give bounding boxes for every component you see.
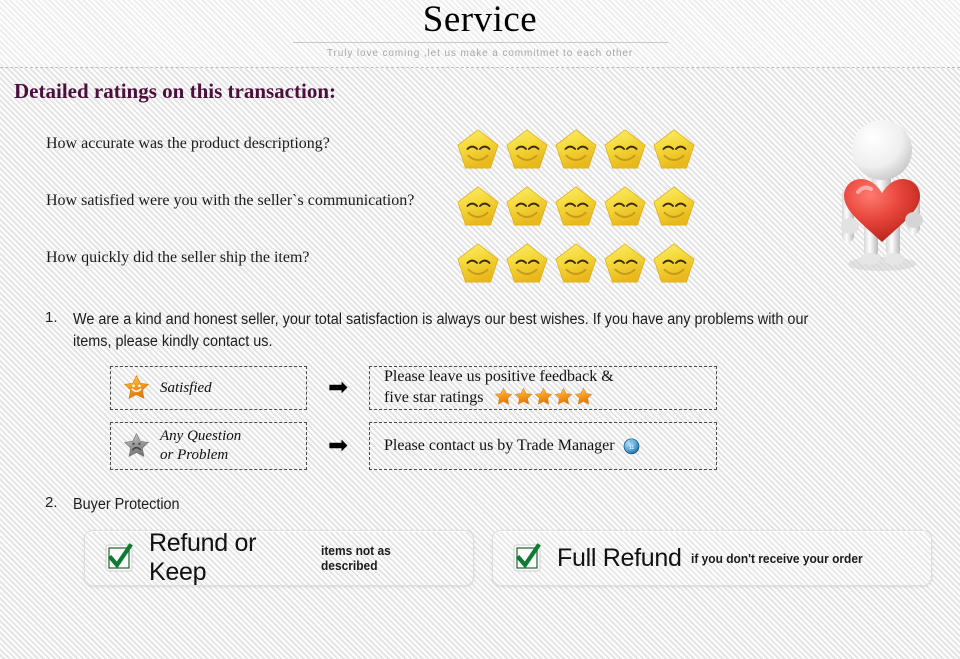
- protection-panel-refund-or-keep[interactable]: Refund or Keep items not as described: [84, 529, 474, 587]
- star-icon: [534, 388, 552, 406]
- section-title: Detailed ratings on this transaction:: [14, 79, 336, 103]
- smiley-star-icon: [555, 243, 597, 283]
- star-icon: [514, 388, 532, 406]
- flow-condition-label-line2: or Problem: [160, 446, 229, 463]
- arrow-right-icon: ➡: [327, 431, 349, 459]
- clause-text: We are a kind and honest seller, your to…: [73, 311, 809, 351]
- flow-result-line2-wrap: five star ratings: [384, 387, 614, 409]
- rating-stars[interactable]: [455, 240, 697, 286]
- smiley-star-icon: [457, 129, 499, 169]
- clause-text: Buyer Protection: [73, 495, 180, 513]
- title-divider: [292, 42, 668, 43]
- flow-result-line2: five star ratings: [384, 389, 484, 407]
- star-icon: [494, 388, 512, 406]
- protection-title: Full Refund: [557, 543, 682, 572]
- five-star-rating-icons: [494, 387, 593, 406]
- trade-manager-icon[interactable]: 11: [622, 436, 641, 455]
- flow-condition-box: Any Question or Problem: [110, 421, 307, 470]
- clause-item: 2. Buyer Protection: [0, 494, 960, 516]
- rating-row: How satisfied were you with the seller`s…: [0, 183, 960, 240]
- clause-item: 1. We are a kind and honest seller, your…: [0, 309, 960, 354]
- flow-condition-label-line1: Any Question: [160, 428, 242, 445]
- rating-stars[interactable]: [455, 183, 697, 229]
- smiley-star-icon: [506, 186, 548, 226]
- arrow-right-icon: ➡: [327, 373, 349, 401]
- flow-condition-label: Any Question or Problem: [160, 427, 241, 465]
- smiley-star-icon: [506, 129, 548, 169]
- rating-question: How satisfied were you with the seller`s…: [46, 192, 415, 209]
- svg-text:11: 11: [628, 446, 634, 452]
- flow-result-line1: Please contact us by Trade Manager: [384, 436, 615, 454]
- tagline: Truly love coming ,let us make a commitm…: [326, 48, 634, 59]
- happy-star-icon: [124, 375, 149, 400]
- protection-subtitle: items not as described: [320, 543, 391, 574]
- flow-result-box: Please leave us positive feedback & five…: [369, 365, 717, 410]
- rating-stars[interactable]: [455, 126, 697, 172]
- sad-star-icon: [124, 433, 149, 458]
- smiley-star-icon: [555, 129, 597, 169]
- flow-condition-label: Satisfied: [160, 379, 212, 396]
- person-holding-heart-icon: [820, 114, 940, 274]
- flow-row-question: Any Question or Problem ➡ Please contact…: [110, 421, 960, 470]
- star-icon: [574, 388, 592, 406]
- smiley-star-icon: [604, 186, 646, 226]
- smiley-star-icon: [555, 186, 597, 226]
- smiley-star-icon: [653, 129, 695, 169]
- flow-row-satisfied: Satisfied ➡ Please leave us positive fee…: [110, 365, 960, 410]
- protection-panel-full-refund[interactable]: Full Refund if you don't receive your or…: [492, 530, 932, 587]
- page-header: Service Truly love coming ,let us make a…: [0, 0, 960, 68]
- green-check-icon: [513, 543, 541, 572]
- smiley-star-icon: [457, 243, 499, 283]
- clause-number: 2.: [45, 493, 58, 511]
- rating-row: How quickly did the seller ship the item…: [0, 240, 960, 297]
- flow-result-box: Please contact us by Trade Manager 11: [369, 421, 717, 470]
- smiley-star-icon: [653, 186, 695, 226]
- star-icon: [554, 388, 572, 406]
- detailed-ratings-section: How accurate was the product description…: [0, 120, 960, 297]
- rating-question: How quickly did the seller ship the item…: [46, 249, 310, 266]
- rating-row: How accurate was the product description…: [0, 126, 960, 183]
- smiley-star-icon: [457, 186, 499, 226]
- header-bottom-divider: [0, 67, 960, 68]
- flow-result-line1: Please leave us positive feedback &: [384, 367, 614, 385]
- smiley-star-icon: [506, 243, 548, 283]
- protection-title: Refund or Keep: [149, 529, 257, 587]
- protection-subtitle: if you don't receive your order: [690, 550, 863, 566]
- green-check-icon: [105, 543, 133, 572]
- smiley-star-icon: [604, 243, 646, 283]
- flow-condition-box: Satisfied: [110, 365, 307, 410]
- smiley-star-icon: [604, 129, 646, 169]
- clause-number: 1.: [45, 309, 58, 326]
- rating-question: How accurate was the product description…: [46, 135, 330, 152]
- page-title: Service: [422, 0, 538, 40]
- buyer-protection-panels: Refund or Keep items not as described Fu…: [84, 529, 960, 587]
- smiley-star-icon: [653, 243, 695, 283]
